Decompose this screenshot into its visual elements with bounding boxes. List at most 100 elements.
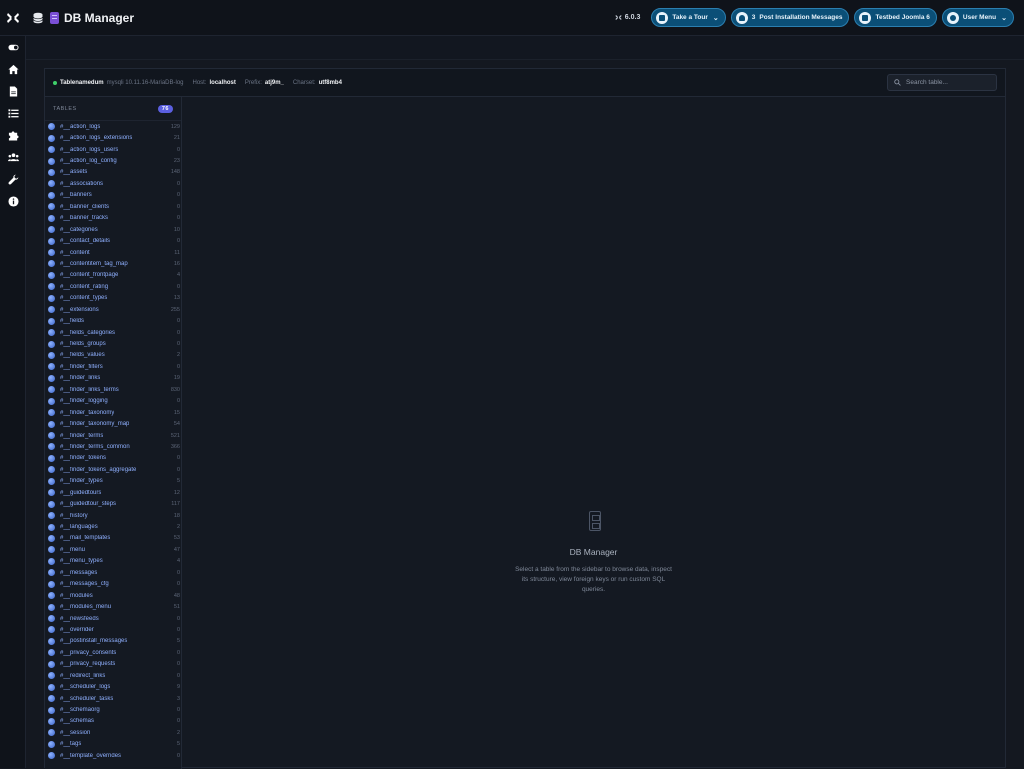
empty-state: DB Manager Select a table from the sideb… [182,97,1005,769]
table-row[interactable]: #__fields 0 [45,315,181,326]
table-name: #__fields_values [60,352,105,359]
table-row[interactable]: #__content 11 [45,247,181,258]
table-row[interactable]: #__tags 5 [45,739,181,750]
table-row[interactable]: #__overrider 0 [45,624,181,635]
search-input[interactable] [906,79,996,86]
table-row[interactable]: #__fields_groups 0 [45,338,181,349]
table-row[interactable]: #__banner_tracks 0 [45,213,181,224]
joomla-logo-icon[interactable] [0,0,26,36]
table-row[interactable]: #__finder_links 19 [45,373,181,384]
table-row[interactable]: #__guidedtours 12 [45,487,181,498]
table-row[interactable]: #__finder_links_terms 830 [45,384,181,395]
table-row[interactable]: #__postinstall_messages 5 [45,636,181,647]
table-rows: #__action_logs 129 #__action_logs_extensio… [45,121,181,762]
take-a-tour-button[interactable]: Take a Tour ⌄ [651,8,726,27]
table-row[interactable]: #__associations 0 [45,178,181,189]
table-row[interactable]: #__newsfeeds 0 [45,613,181,624]
table-row[interactable]: #__categories 10 [45,224,181,235]
wrench-icon[interactable] [0,168,26,190]
table-name: #__scheduler_logs [60,684,111,691]
toggle-icon[interactable] [0,36,26,58]
table-name: #__mail_templates [60,535,111,542]
table-row[interactable]: #__banners 0 [45,190,181,201]
table-row[interactable]: #__messages_cfg 0 [45,579,181,590]
table-icon [48,466,55,474]
table-name: #__assets [60,169,88,176]
table-row[interactable]: #__finder_logging 0 [45,396,181,407]
user-menu-button[interactable]: User Menu ⌄ [941,8,1014,27]
table-icon [48,409,55,417]
table-row[interactable]: #__scheduler_logs 9 [45,681,181,692]
table-name: #__finder_taxonomy_map [60,421,130,428]
table-row[interactable]: #__mail_templates 53 [45,533,181,544]
table-row-count: 19 [173,375,180,382]
table-row[interactable]: #__banner_clients 0 [45,201,181,212]
list-icon[interactable] [0,102,26,124]
table-row[interactable]: #__finder_tokens 0 [45,453,181,464]
table-name: #__action_logs_users [60,146,119,153]
table-row[interactable]: #__finder_terms_common 366 [45,441,181,452]
table-row[interactable]: #__action_logs_extensions 21 [45,132,181,143]
table-row[interactable]: #__action_log_config 23 [45,155,181,166]
table-name: #__extensions [60,306,99,313]
table-row[interactable]: #__content_frontpage 4 [45,270,181,281]
table-icon [48,534,55,542]
table-row[interactable]: #__redirect_links 0 [45,670,181,681]
table-row[interactable]: #__contact_details 0 [45,235,181,246]
table-icon [48,557,55,565]
table-row[interactable]: #__languages 2 [45,521,181,532]
file-icon[interactable] [0,80,26,102]
table-row[interactable]: #__fields_values 2 [45,350,181,361]
table-icon [48,226,55,234]
home-icon[interactable] [0,58,26,80]
table-row[interactable]: #__assets 148 [45,167,181,178]
table-row[interactable]: #__modules 48 [45,590,181,601]
table-row[interactable]: #__content_rating 0 [45,281,181,292]
table-row[interactable]: #__guidedtour_steps 117 [45,498,181,509]
site-link-button[interactable]: Testbed Joomla 6 [854,8,937,27]
table-icon [48,626,55,634]
table-row[interactable]: #__scheduler_tasks 3 [45,693,181,704]
table-name: #__schemaorg [60,707,100,714]
sidebar-nav [0,36,26,768]
table-row[interactable]: #__finder_terms 521 [45,430,181,441]
table-icon [48,717,55,725]
puzzle-icon[interactable] [0,124,26,146]
table-row[interactable]: #__extensions 255 [45,304,181,315]
table-row-count: 0 [176,329,180,336]
table-row[interactable]: #__schemaorg 0 [45,704,181,715]
table-row[interactable]: #__menu 47 [45,544,181,555]
table-name: #__finder_links_terms [60,386,119,393]
table-icon [48,729,55,737]
table-search[interactable] [887,74,997,91]
table-row[interactable]: #__action_logs 129 [45,121,181,132]
table-row-count: 0 [176,363,180,370]
table-row[interactable]: #__privacy_consents 0 [45,647,181,658]
users-icon[interactable] [0,146,26,168]
table-row[interactable]: #__menu_types 4 [45,556,181,567]
table-row[interactable]: #__finder_tokens_aggregate 0 [45,464,181,475]
table-row[interactable]: #__template_overrides 0 [45,750,181,761]
table-row[interactable]: #__schemas 0 [45,716,181,727]
table-name: #__privacy_consents [60,649,117,656]
table-row[interactable]: #__action_logs_users 0 [45,144,181,155]
table-row[interactable]: #__finder_types 5 [45,476,181,487]
table-row[interactable]: #__content_types 13 [45,293,181,304]
table-row[interactable]: #__privacy_requests 0 [45,659,181,670]
table-row-count: 0 [176,466,180,473]
table-name: #__finder_filters [60,363,103,370]
table-icon [48,294,55,302]
table-row[interactable]: #__fields_categories 0 [45,327,181,338]
info-icon[interactable] [0,190,26,212]
table-row[interactable]: #__history 18 [45,510,181,521]
table-row[interactable]: #__finder_taxonomy 15 [45,407,181,418]
table-row[interactable]: #__messages 0 [45,567,181,578]
table-row[interactable]: #__session 2 [45,727,181,738]
table-row[interactable]: #__finder_taxonomy_map 54 [45,418,181,429]
table-name: #__finder_logging [60,398,108,405]
table-row[interactable]: #__finder_filters 0 [45,361,181,372]
table-row[interactable]: #__contentitem_tag_map 16 [45,258,181,269]
post-installation-messages-button[interactable]: 3 Post Installation Messages [730,8,850,27]
table-row-count: 0 [176,672,180,679]
table-row[interactable]: #__modules_menu 51 [45,601,181,612]
